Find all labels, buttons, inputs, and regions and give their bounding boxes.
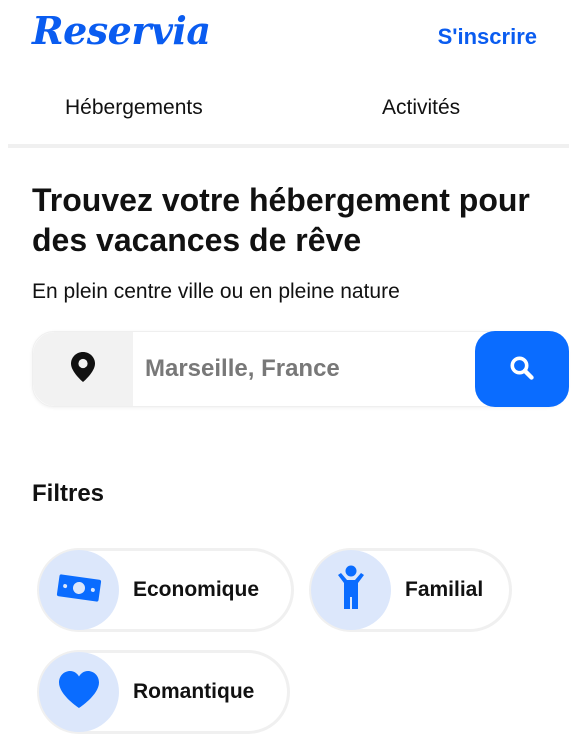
map-pin-icon xyxy=(71,352,95,386)
hero-subtitle: En plein centre ville ou en pleine natur… xyxy=(32,280,400,303)
heart-icon xyxy=(57,670,101,714)
tab-hebergements[interactable]: Hébergements xyxy=(65,96,203,120)
filter-label: Economique xyxy=(133,578,260,601)
filter-familial[interactable]: Familial xyxy=(309,548,512,632)
tab-activites[interactable]: Activités xyxy=(382,96,460,120)
hero-title: Trouvez votre hébergement pour des vacan… xyxy=(32,182,530,258)
header: Reservia S'inscrire xyxy=(0,0,575,80)
reservia-logo[interactable]: Reservia xyxy=(32,8,211,53)
category-tabs: Hébergements Activités xyxy=(8,80,569,148)
search-bar xyxy=(32,331,569,407)
filter-economique[interactable]: Economique xyxy=(37,548,294,632)
filter-romantique[interactable]: Romantique xyxy=(37,650,290,734)
chip-icon-circle xyxy=(311,550,391,630)
money-bill-icon xyxy=(54,571,104,609)
search-location-box xyxy=(33,332,133,406)
filters-heading: Filtres xyxy=(32,480,105,507)
search-icon xyxy=(509,355,535,384)
filter-label: Familial xyxy=(405,578,484,601)
chip-icon-circle xyxy=(39,652,119,732)
search-input[interactable] xyxy=(145,344,465,394)
search-button[interactable] xyxy=(475,331,569,407)
child-icon xyxy=(334,565,368,615)
signup-link[interactable]: S'inscrire xyxy=(438,24,537,50)
chip-icon-circle xyxy=(39,550,119,630)
filter-label: Romantique xyxy=(133,680,255,703)
